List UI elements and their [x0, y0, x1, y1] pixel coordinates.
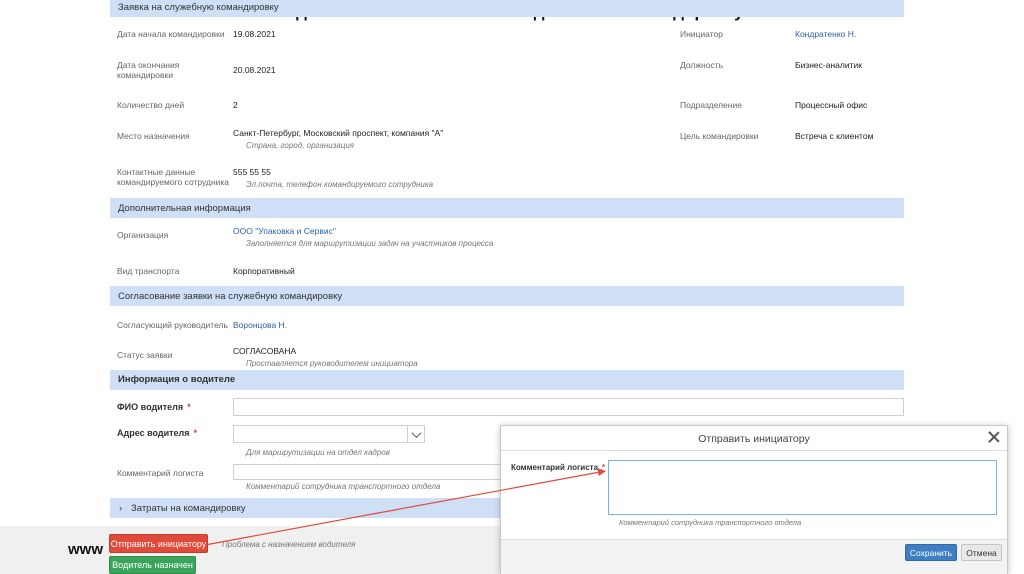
arrow-head: [597, 468, 606, 476]
annotation-arrow: [204, 468, 606, 546]
arrow-line: [204, 471, 601, 546]
